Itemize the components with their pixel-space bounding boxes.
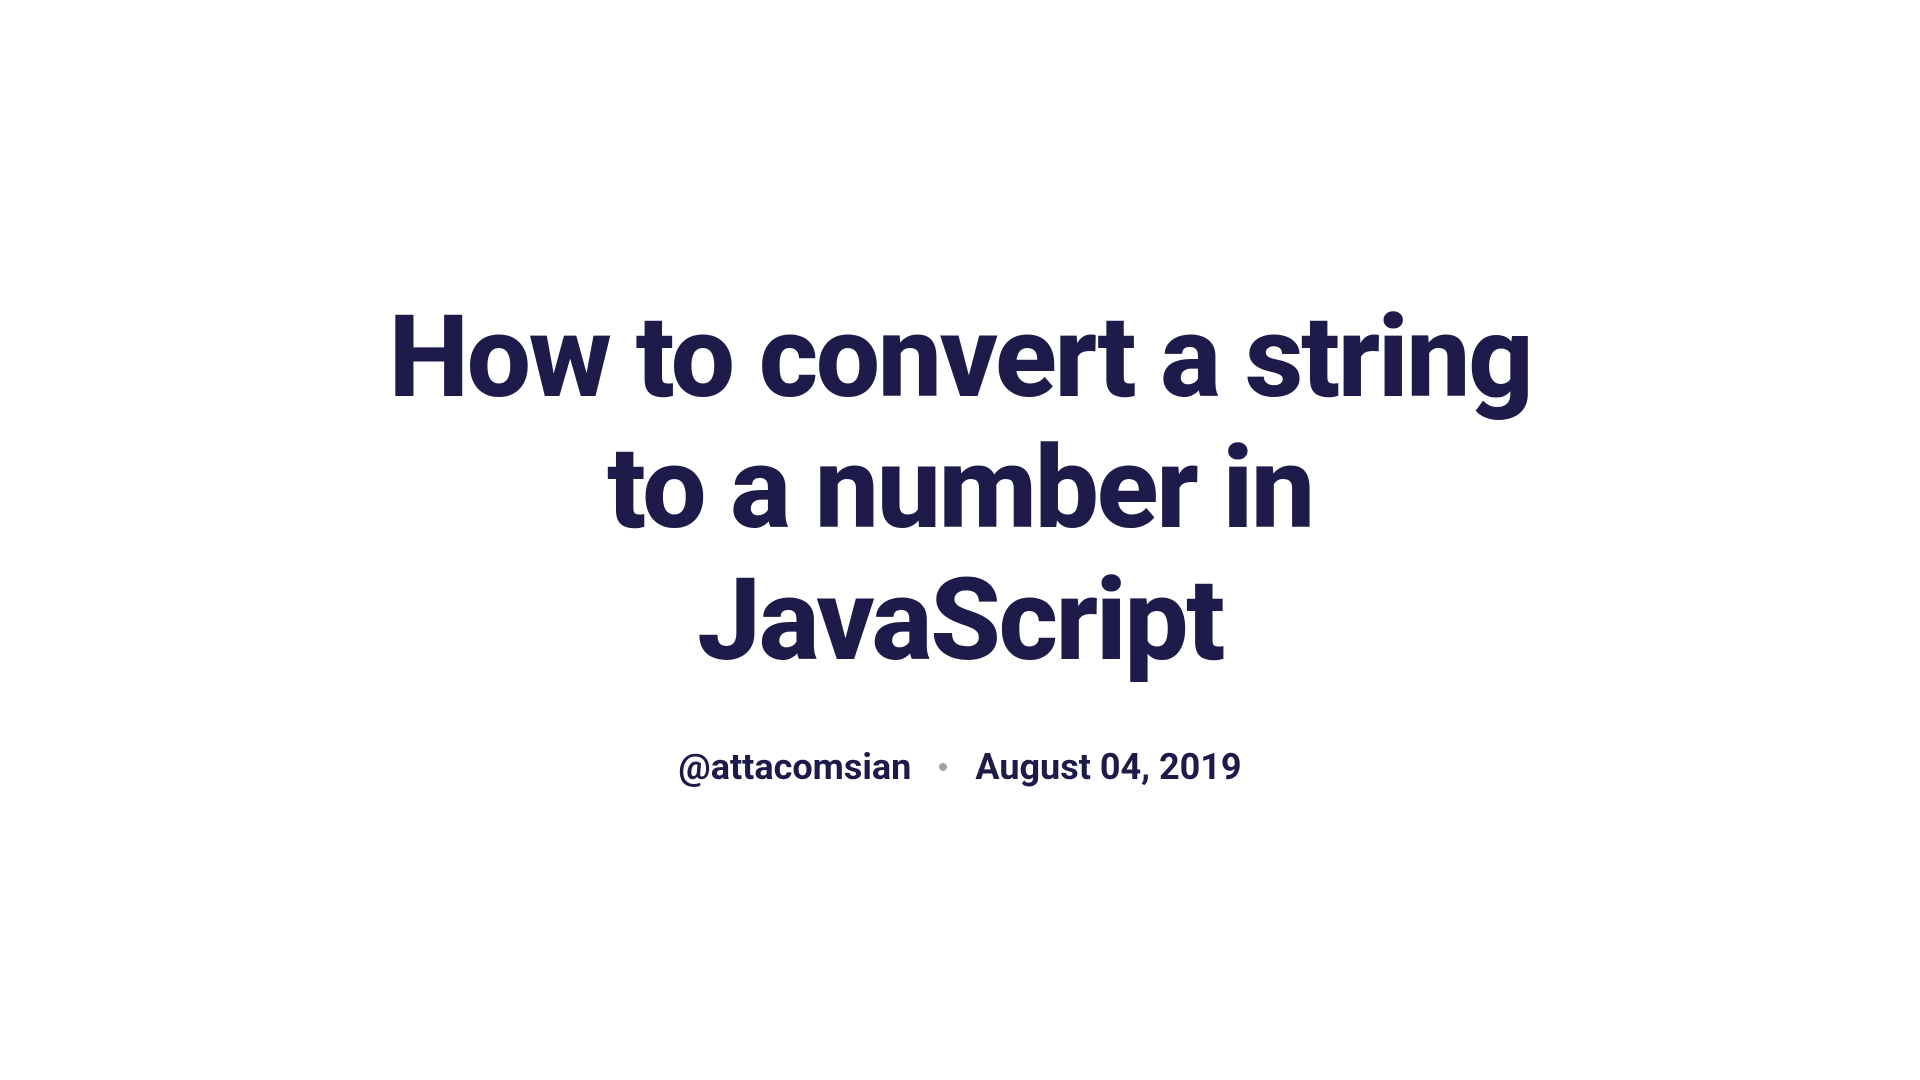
author-handle[interactable]: @attacomsian	[678, 746, 911, 788]
article-header: How to convert a string to a number in J…	[360, 292, 1560, 787]
article-title: How to convert a string to a number in J…	[360, 292, 1560, 685]
meta-separator	[939, 763, 947, 771]
article-meta: @attacomsian August 04, 2019	[360, 746, 1560, 788]
publish-date: August 04, 2019	[975, 746, 1241, 788]
